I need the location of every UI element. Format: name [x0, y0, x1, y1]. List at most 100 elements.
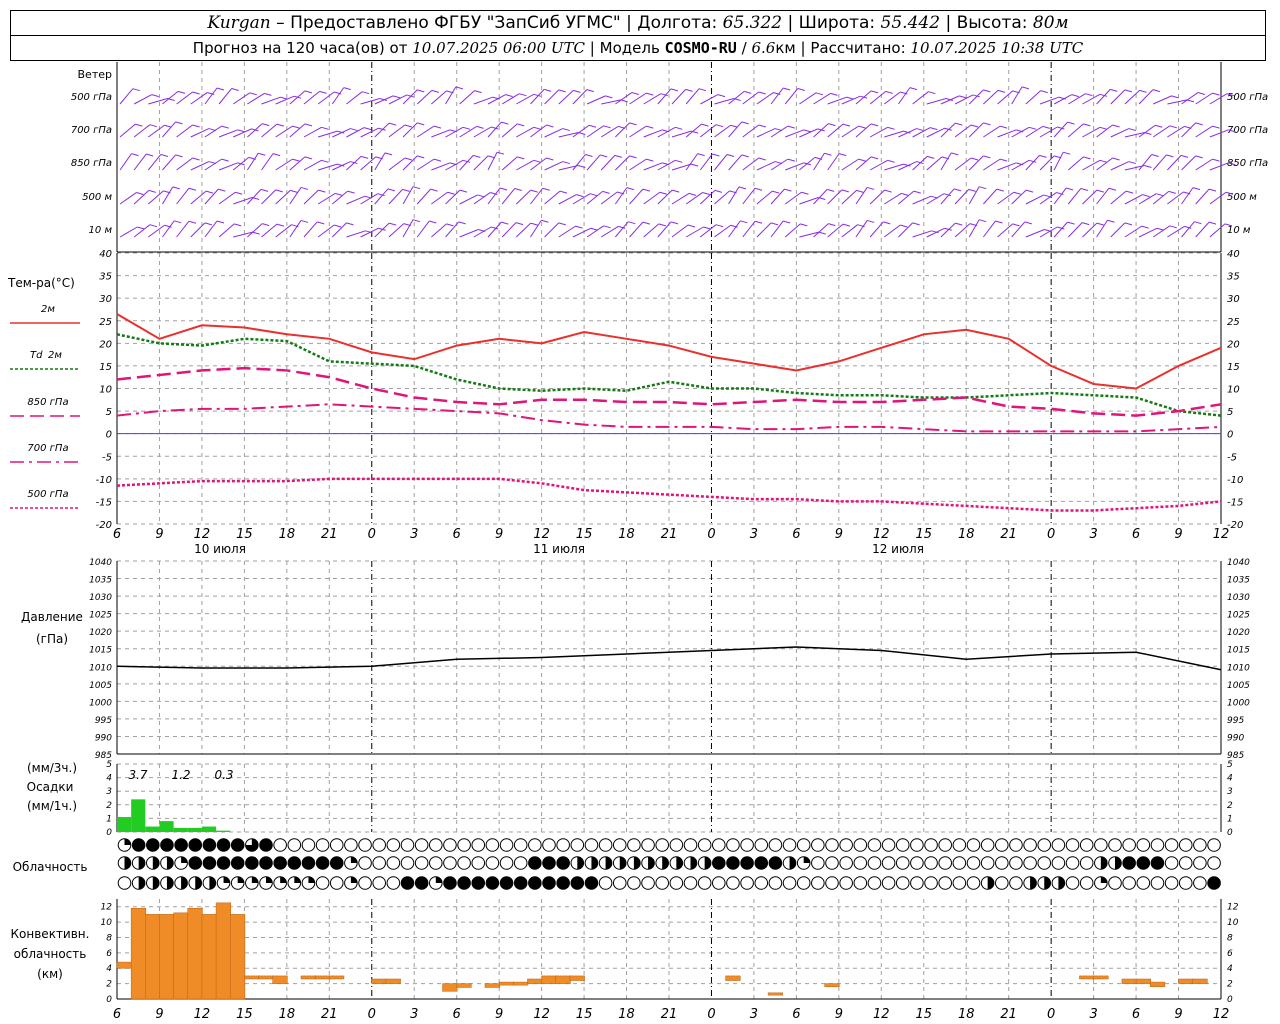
wind-barb	[416, 158, 435, 171]
wind-barb-feather	[839, 153, 847, 157]
wind-level-label: 500 м	[82, 192, 112, 203]
wind-barb-feather	[177, 90, 186, 94]
wind-barb	[487, 94, 506, 105]
wind-level-label: 700 гПа	[71, 125, 112, 136]
cloud-symbol-fill	[188, 838, 202, 852]
wind-barb-feather	[1212, 92, 1220, 96]
wind-barb-feather	[738, 186, 747, 190]
cloud-symbol-quarter	[350, 876, 358, 883]
cloud-symbol	[584, 838, 599, 852]
cloud-symbol-fill	[571, 876, 584, 890]
x-tick-label: 15	[576, 527, 593, 542]
temp-tick-label-right: -5	[1227, 452, 1237, 463]
x-tick-label: 3	[410, 527, 418, 542]
wind-barb-feather	[562, 128, 570, 132]
wind-barb-feather	[883, 221, 891, 225]
x-tick-label-bottom: 0	[1047, 1007, 1055, 1022]
wind-barb-feather	[1171, 95, 1179, 99]
wind-barb	[176, 220, 190, 238]
legend-label: 700 гПа	[27, 443, 68, 454]
wind-barb-feather	[800, 223, 808, 227]
precip-tick-label-right: 3	[1227, 787, 1233, 797]
convective-bar	[1121, 978, 1137, 984]
wind-barb-feather	[204, 222, 213, 226]
legend-label: 850 гПа	[27, 397, 68, 408]
wind-barb-feather	[1096, 222, 1104, 226]
cloud-symbol-half	[1044, 876, 1051, 890]
wind-barb-feather	[350, 128, 358, 132]
wind-barb-feather	[541, 219, 549, 223]
wind-barb-feather	[867, 219, 875, 223]
x-tick-label: 9	[1174, 527, 1182, 542]
legend-td-prefix: Td	[30, 350, 43, 361]
wind-barb	[714, 98, 734, 105]
wind-barb	[799, 197, 819, 205]
wind-barb-feather	[1208, 188, 1217, 192]
wind-barb-feather	[280, 96, 288, 100]
wind-barb-feather	[1197, 92, 1206, 96]
wind-barb	[827, 153, 840, 171]
precip-bar	[216, 830, 231, 832]
wind-barb	[756, 190, 773, 205]
wind-barb	[685, 192, 703, 205]
wind-barb	[1039, 226, 1058, 238]
cloud-symbol-fill	[514, 876, 527, 890]
x-tick-label: 12	[873, 527, 890, 542]
precip-bar	[145, 826, 160, 832]
wind-barb	[827, 189, 843, 205]
cloud-symbol	[1164, 876, 1179, 890]
precip-tick-label-right: 0	[1227, 828, 1233, 838]
x-tick-label: 0	[1047, 527, 1055, 542]
pressure-tick-label-right: 1020	[1227, 628, 1250, 638]
wind-barb	[416, 89, 433, 105]
wind-barb-feather	[252, 231, 260, 235]
wind-barb-feather	[642, 188, 651, 192]
wind-barb	[884, 192, 902, 205]
cloud-symbol-half	[209, 876, 216, 890]
wind-barb-feather	[870, 123, 879, 127]
wind-level-label-right: 850 гПа	[1227, 158, 1268, 169]
cloud-symbol	[598, 876, 613, 890]
convective-bar	[569, 975, 585, 981]
x-tick-label-bottom: 21	[661, 1007, 678, 1022]
wind-barb	[1124, 225, 1142, 238]
cloud-symbol	[528, 838, 542, 852]
wind-barb	[190, 222, 206, 238]
pressure-tick-label-right: 1005	[1227, 681, 1250, 691]
cloud-symbol	[980, 838, 995, 852]
cloud-symbol	[1079, 838, 1094, 852]
wind-barb	[1124, 89, 1140, 105]
wind-barb	[940, 122, 956, 138]
wind-barb	[714, 154, 728, 171]
x-tick-label: 21	[1000, 527, 1017, 542]
wind-barb-feather	[1083, 123, 1091, 127]
wind-barb	[261, 189, 277, 205]
x-tick-label-bottom: 6	[453, 1007, 461, 1022]
wind-barb-feather	[600, 154, 608, 158]
wind-barb	[246, 152, 259, 171]
wind-barb-feather	[951, 152, 959, 156]
pressure-tick-label-right: 1040	[1227, 558, 1250, 568]
wind-barb	[360, 193, 379, 205]
wind-barb	[1152, 191, 1170, 205]
pressure-tick-label-right: 995	[1227, 716, 1244, 726]
wind-barb	[742, 124, 760, 138]
wind-level-label: 850 гПа	[71, 158, 112, 169]
cloud-symbol	[386, 876, 401, 890]
wind-barb-feather	[343, 87, 351, 91]
wind-barb-feather	[603, 125, 611, 129]
wind-barb-feather	[576, 194, 584, 198]
conv-title-2: облачность	[14, 947, 87, 961]
wind-barb-feather	[996, 188, 1004, 192]
conv-title-3: (км)	[37, 967, 63, 981]
wind-barb	[416, 188, 431, 205]
wind-barb	[374, 188, 389, 205]
wind-barb	[459, 155, 474, 171]
temp-tick-label: 25	[99, 317, 112, 328]
wind-barb-feather	[459, 189, 468, 193]
wind-barb-feather	[754, 220, 763, 224]
conv-title-1: Конвективн.	[11, 927, 90, 941]
cloud-symbol-half	[152, 856, 160, 870]
wind-barb-feather	[670, 88, 679, 92]
wind-barb-feather	[717, 94, 726, 98]
